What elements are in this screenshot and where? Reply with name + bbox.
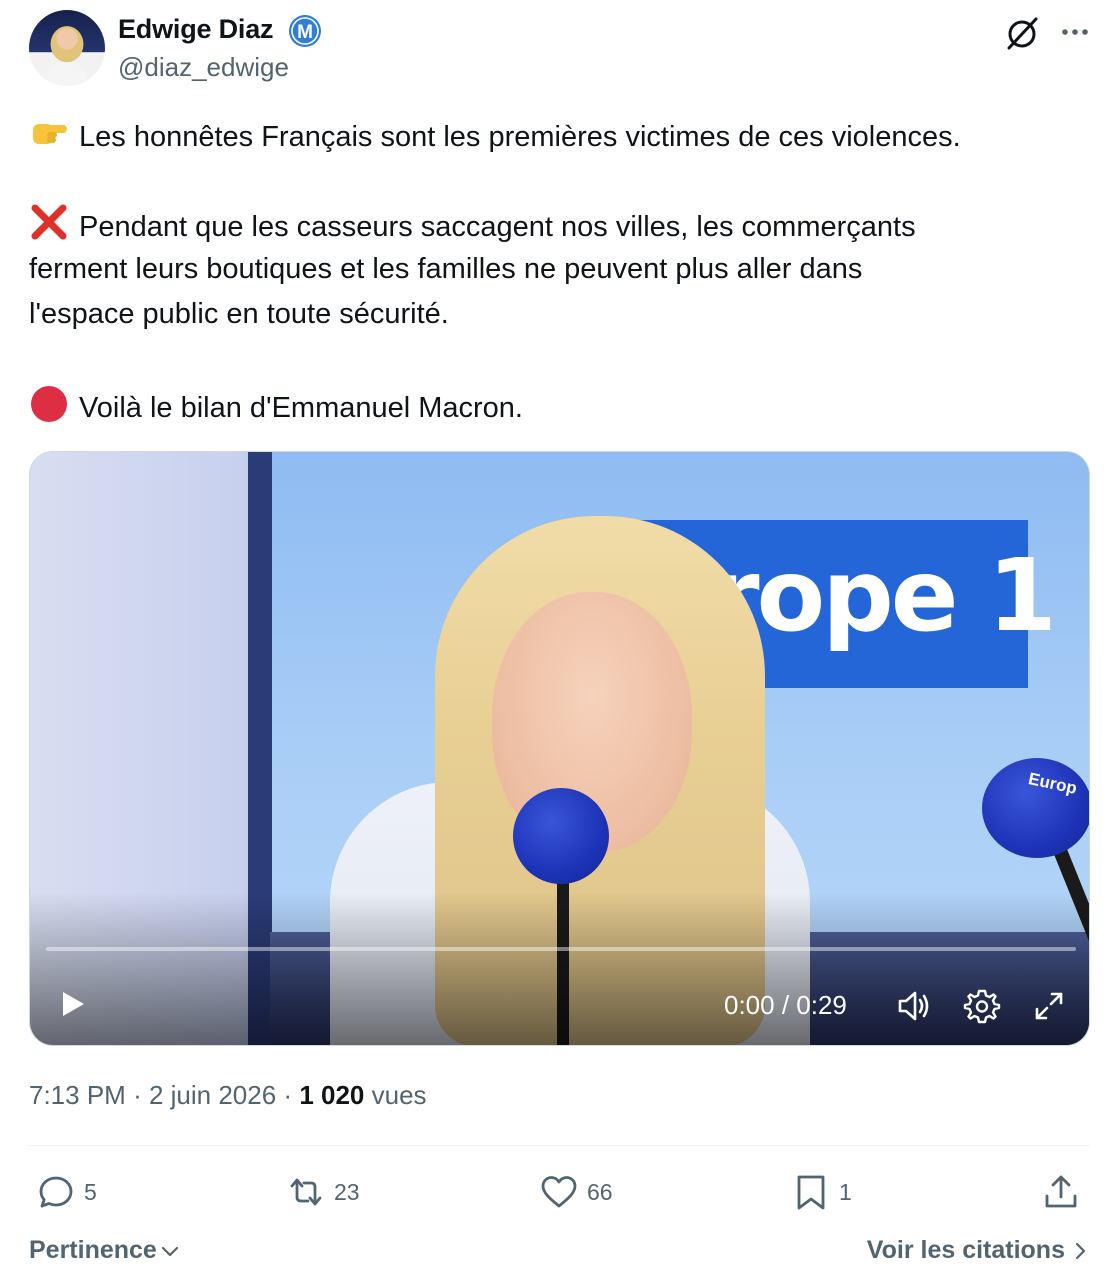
fullscreen-icon[interactable] [1029,986,1069,1026]
grok-icon[interactable] [1003,15,1041,53]
views-count: 1 020 [299,1080,365,1110]
divider [29,1145,1090,1146]
sort-dropdown[interactable]: Pertinence [29,1236,181,1265]
settings-gear-icon[interactable] [962,986,1002,1026]
post-text-line-2b: ferment leurs boutiques et les familles … [29,253,863,285]
volume-icon[interactable] [894,986,934,1026]
repost-icon [290,1178,322,1206]
meta-separator: · [133,1080,149,1110]
microphone-front [513,788,609,884]
reply-button[interactable]: 5 [36,1170,97,1214]
post-text-line-3: Voilà le bilan d'Emmanuel Macron. [79,392,523,424]
post-text-line-2a: Pendant que les casseurs saccagent nos v… [79,211,916,243]
red-circle-emoji [31,386,67,422]
pointing-right-emoji [33,124,67,144]
bookmark-count: 1 [839,1178,852,1205]
chevron-down-icon [161,1246,178,1256]
post-line-1: Les honnêtes Français sont les premières… [29,112,961,160]
post-time[interactable]: 7:13 PM [29,1080,126,1110]
badge-letter: M [297,22,313,43]
bookmark-button[interactable]: 1 [791,1170,852,1214]
reply-count: 5 [84,1178,97,1205]
share-icon [1045,1175,1077,1208]
bookmark-icon [797,1175,825,1210]
repost-count: 23 [334,1178,360,1205]
post-text-line-1: Les honnêtes Français sont les premières… [79,121,961,153]
sort-label: Pertinence [29,1236,157,1264]
like-count: 66 [587,1178,613,1205]
like-button[interactable]: 66 [539,1170,613,1214]
more-options-icon[interactable] [1058,15,1092,49]
repost-button[interactable]: 23 [286,1170,360,1214]
video-timecode: 0:00 / 0:29 [724,990,847,1020]
post-meta: 7:13 PM · 2 juin 2026 · 1 020 vues [29,1080,427,1111]
view-quotes-link[interactable]: Voir les citations [867,1236,1089,1265]
author-avatar[interactable] [29,10,105,86]
video-progress-bar[interactable] [46,947,1076,951]
cross-mark-emoji [31,204,67,240]
affiliation-badge-icon[interactable]: M [288,14,322,48]
author-handle[interactable]: @diaz_edwige [118,52,289,83]
play-icon[interactable] [58,988,88,1020]
post-date[interactable]: 2 juin 2026 [149,1080,276,1110]
chevron-right-icon [1075,1242,1086,1259]
post-line-3: Voilà le bilan d'Emmanuel Macron. [29,383,523,431]
author-name[interactable]: Edwige Diaz [118,14,274,45]
heart-icon [541,1176,577,1208]
video-player[interactable]: urope 1 Europ 0:00 / 0:29 [29,451,1090,1046]
views-label: vues [371,1080,427,1110]
view-quotes-label: Voir les citations [866,1236,1065,1264]
reply-icon [39,1176,73,1208]
post-text-line-2c: l'espace public en toute sécurité. [29,298,449,330]
meta-separator: · [283,1080,300,1110]
share-button[interactable] [1041,1170,1081,1214]
post-line-2a: Pendant que les casseurs saccagent nos v… [29,202,916,250]
